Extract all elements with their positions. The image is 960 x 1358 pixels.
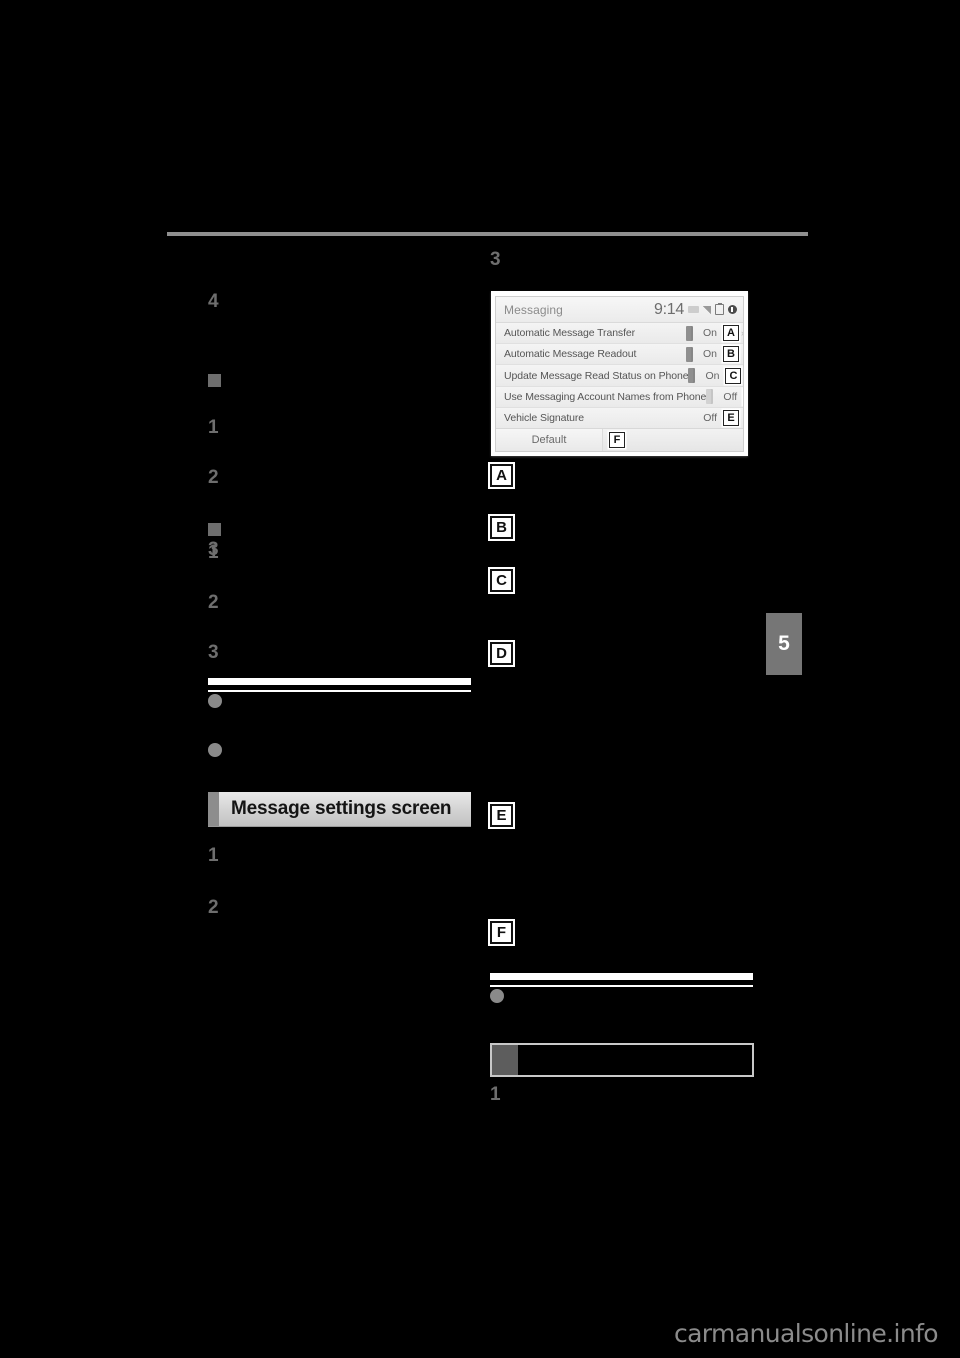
- step-number-4: 4: [208, 291, 219, 312]
- setting-label: Automatic Message Transfer: [504, 327, 636, 340]
- toggle-switch[interactable]: [688, 368, 696, 383]
- info-icon: [728, 305, 737, 314]
- setting-label: Update Message Read Status on Phone: [504, 369, 689, 382]
- head-unit-screen: Messaging 9:14 Automatic Message Transfe…: [495, 296, 744, 452]
- callout-badge-d: D: [743, 389, 744, 405]
- status-bar: Messaging 9:14: [496, 297, 743, 323]
- toggle-switch[interactable]: [686, 325, 693, 341]
- step-number-1c: 1: [208, 845, 219, 866]
- watermark: carmanualsonline.info: [673, 1319, 939, 1348]
- step-number-2: 2: [208, 467, 219, 488]
- setting-state: On: [705, 369, 720, 382]
- setting-row-update-message-read-status-on-phone[interactable]: Update Message Read Status on Phone On C: [496, 365, 743, 387]
- note-rule-bottom-2: [490, 985, 753, 987]
- page-top-rule: [167, 232, 808, 236]
- note-rule-bottom: [208, 690, 471, 692]
- setting-state: Off: [703, 411, 717, 424]
- step-number-1-right: 1: [490, 1084, 501, 1105]
- setting-control[interactable]: On B: [686, 346, 739, 363]
- sub-heading-tab: [492, 1045, 518, 1075]
- callout-badge-a: A: [723, 325, 739, 342]
- battery-icon: [715, 302, 724, 315]
- status-bar-icons: 9:14: [654, 300, 737, 318]
- head-unit-screenshot: Messaging 9:14 Automatic Message Transfe…: [491, 291, 748, 456]
- signal-icon: [703, 305, 711, 314]
- left-column: 4 1 2 3 1 2 3 Message settings screen 1 …: [167, 250, 477, 1250]
- bullet-icon-1: [208, 694, 222, 708]
- step-number-3b: 3: [208, 642, 219, 663]
- callout-f: F: [490, 921, 513, 944]
- note-heading-clipped: [223, 693, 473, 700]
- note-rule-top: [208, 678, 471, 685]
- setting-row-automatic-message-readout[interactable]: Automatic Message Readout On B: [496, 344, 743, 366]
- callout-e: E: [490, 804, 513, 827]
- bullet-icon-2: [208, 743, 222, 757]
- setting-label: Vehicle Signature: [504, 411, 585, 424]
- toggle-switch[interactable]: [686, 346, 693, 362]
- callout-badge-c: C: [725, 367, 742, 384]
- bullet-icon-3: [490, 989, 504, 1003]
- callout-badge-e: E: [723, 409, 739, 426]
- step-number-2c: 2: [208, 897, 219, 918]
- callout-badge-b: B: [723, 346, 739, 363]
- setting-control[interactable]: Off E: [686, 409, 739, 426]
- manual-page: 4 1 2 3 1 2 3 Message settings screen 1 …: [0, 0, 960, 1358]
- toggle-switch[interactable]: [706, 389, 714, 405]
- setting-label: Use Messaging Account Names from Phone: [504, 390, 707, 403]
- sub-heading-box: [490, 1043, 754, 1077]
- section-heading: Message settings screen: [208, 792, 471, 826]
- step-number-1b: 1: [208, 542, 219, 563]
- section-heading-label: Message settings screen: [231, 798, 452, 819]
- setting-row-use-messaging-account-names-from-phone[interactable]: Use Messaging Account Names from Phone O…: [496, 386, 744, 408]
- callout-d: D: [490, 642, 513, 665]
- callout-b: B: [490, 516, 513, 539]
- step-number-3-right: 3: [490, 249, 501, 270]
- callout-badge-f: F: [609, 432, 625, 448]
- setting-control[interactable]: On C: [688, 367, 742, 384]
- chevron-right-icon: ›: [741, 328, 744, 339]
- text-icon: [688, 306, 699, 313]
- step-number-1: 1: [208, 417, 219, 438]
- sub-heading-label: [518, 1045, 752, 1075]
- square-bullet-icon: [208, 374, 221, 387]
- default-button[interactable]: Default: [496, 429, 603, 451]
- note-rule-top-2: [490, 973, 753, 980]
- settings-rows: Automatic Message Transfer On A › Automa…: [496, 323, 744, 429]
- setting-row-vehicle-signature[interactable]: Vehicle Signature Off E: [496, 407, 743, 429]
- setting-state: On: [702, 327, 717, 340]
- screen-title: Messaging: [504, 302, 563, 317]
- step-number-2b: 2: [208, 592, 219, 613]
- callout-c: C: [490, 569, 513, 592]
- setting-control[interactable]: Off D: [706, 389, 744, 405]
- square-bullet-icon-2: [208, 523, 221, 536]
- section-heading-tab: [208, 792, 219, 826]
- setting-label: Automatic Message Readout: [504, 348, 637, 361]
- setting-control[interactable]: On A: [686, 325, 739, 342]
- setting-state: On: [702, 348, 717, 361]
- chapter-tab: 5: [766, 613, 802, 675]
- setting-state: Off: [723, 390, 738, 403]
- setting-row-automatic-message-transfer[interactable]: Automatic Message Transfer On A ›: [496, 323, 744, 345]
- bottom-bar: Default F: [496, 428, 743, 451]
- clock: 9:14: [654, 300, 684, 318]
- callout-a: A: [490, 464, 513, 487]
